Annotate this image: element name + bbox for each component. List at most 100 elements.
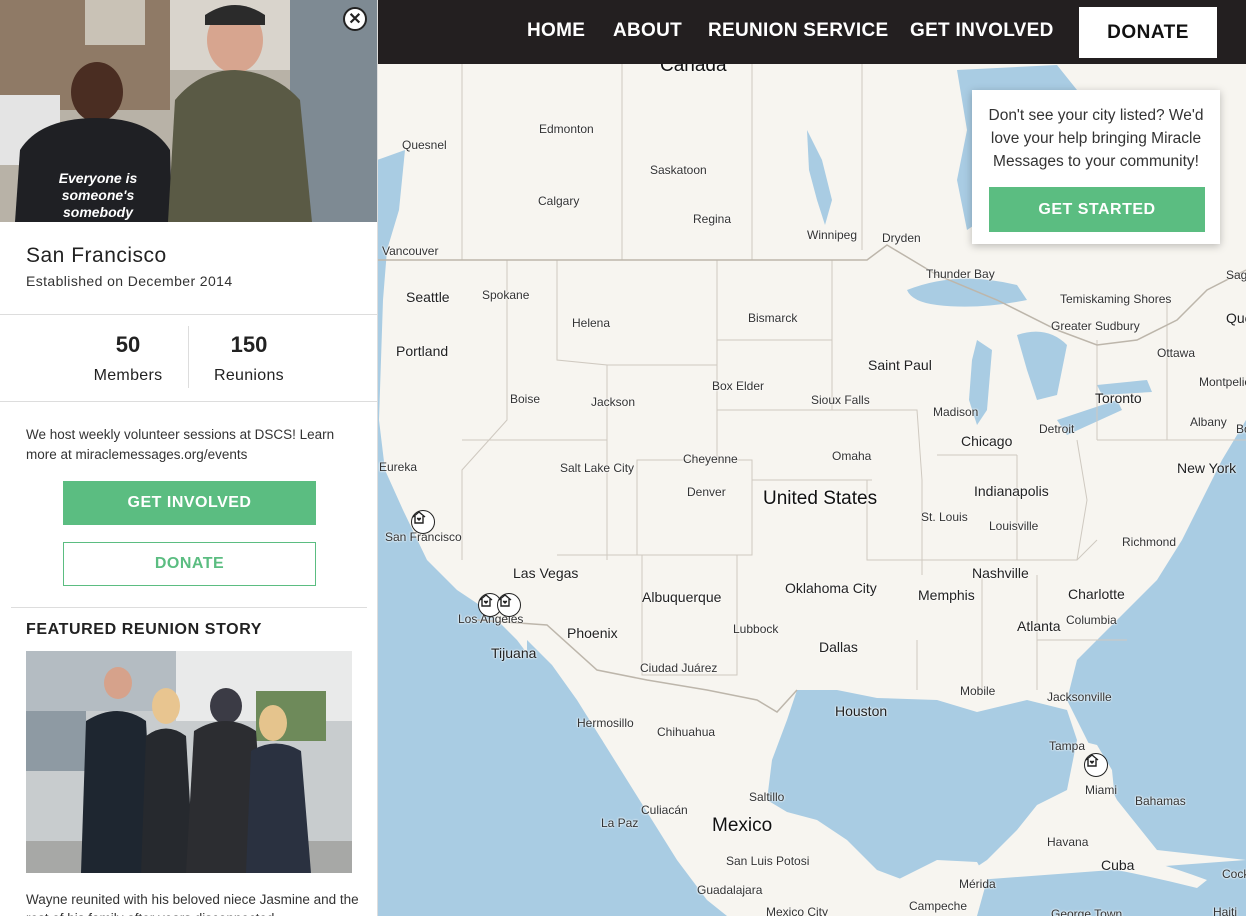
city-label: Regina <box>693 212 732 226</box>
city-label: Mérida <box>959 877 996 891</box>
city-label: Salt Lake City <box>560 461 635 475</box>
stat-divider <box>188 326 189 388</box>
city-label: San Luis Potosi <box>726 854 810 868</box>
city-label: Toronto <box>1095 390 1142 406</box>
chapter-sidebar: Everyone is someone's somebody ✕ San Fra… <box>0 0 378 916</box>
city-label: Oklahoma City <box>785 580 877 596</box>
city-label: Las Vegas <box>513 565 579 581</box>
get-involved-button[interactable]: GET INVOLVED <box>63 481 316 525</box>
city-label: Tampa <box>1049 739 1086 753</box>
city-request-popup: Don't see your city listed? We'd love yo… <box>972 90 1220 244</box>
city-label: Houston <box>835 703 888 719</box>
city-label: Atlanta <box>1017 618 1061 634</box>
city-label: Jacksonville <box>1047 690 1112 704</box>
city-label: Havana <box>1047 835 1089 849</box>
get-started-button[interactable]: GET STARTED <box>989 187 1205 232</box>
city-label: Dryden <box>882 231 921 245</box>
city-label: Chicago <box>961 433 1013 449</box>
city-label: Columbia <box>1066 613 1117 627</box>
chapter-marker-los-angeles-2[interactable] <box>497 593 521 617</box>
city-label: Temiskaming Shores <box>1060 292 1172 306</box>
donate-button[interactable]: DONATE <box>1079 7 1217 58</box>
city-label: Albany <box>1190 415 1227 429</box>
city-label: Mexico City <box>766 905 829 916</box>
chapter-city-name: San Francisco <box>26 244 167 267</box>
city-label: Sioux Falls <box>811 393 870 407</box>
city-label: Cheyenne <box>683 452 738 466</box>
chapter-established: Established on December 2014 <box>26 273 233 289</box>
city-label: Cuba <box>1101 857 1135 873</box>
nav-about-link[interactable]: ABOUT <box>613 20 682 42</box>
featured-story-text: Wayne reunited with his beloved niece Ja… <box>26 892 359 916</box>
nav-home-link[interactable]: HOME <box>527 20 585 42</box>
city-label: Seattle <box>406 289 450 305</box>
city-label: Spokane <box>482 288 530 302</box>
city-label: Helena <box>572 316 611 330</box>
city-label: Portland <box>396 343 449 359</box>
top-navigation: HOME ABOUT REUNION SERVICE GET INVOLVED … <box>377 0 1246 64</box>
close-icon: ✕ <box>348 11 362 28</box>
city-label: Bo <box>1236 422 1246 436</box>
chapter-marker-san-francisco[interactable] <box>411 510 435 534</box>
city-label: Calgary <box>538 194 580 208</box>
chapter-hero-photo: Everyone is someone's somebody ✕ <box>0 0 377 222</box>
city-label: Montpelie <box>1199 375 1246 389</box>
home-heart-icon <box>1085 754 1099 767</box>
nav-reunion-service-link[interactable]: REUNION SERVICE <box>708 20 888 42</box>
city-label: Jackson <box>591 395 636 409</box>
donate-chapter-button[interactable]: DONATE <box>63 542 316 586</box>
close-button[interactable]: ✕ <box>343 7 367 31</box>
city-label: Mobile <box>960 684 996 698</box>
city-label: Richmond <box>1122 535 1177 549</box>
city-label: Phoenix <box>567 625 618 641</box>
city-label: Indianapolis <box>974 483 1049 499</box>
city-label: St. Louis <box>921 510 968 524</box>
shirt-line: someone's <box>61 187 135 203</box>
city-label: Bahamas <box>1135 794 1186 808</box>
country-label: United States <box>763 488 878 509</box>
city-label: Guadalajara <box>697 883 763 897</box>
city-label: Lubbock <box>733 622 779 636</box>
city-label: Saltillo <box>749 790 785 804</box>
city-label: Eureka <box>379 460 418 474</box>
home-heart-icon <box>479 594 493 607</box>
city-label: Greater Sudbury <box>1051 319 1140 333</box>
city-label: Albuquerque <box>642 589 722 605</box>
chapter-marker-miami[interactable] <box>1084 753 1108 777</box>
shirt-line: Everyone is <box>58 170 138 186</box>
city-label: Memphis <box>918 587 975 603</box>
city-label: Vancouver <box>382 244 439 258</box>
city-label: Cockbu <box>1222 867 1246 881</box>
city-label: Charlotte <box>1068 586 1125 602</box>
city-label: New York <box>1177 460 1237 476</box>
divider <box>0 314 377 315</box>
city-label: Haiti <box>1213 905 1238 916</box>
shirt-line: somebody <box>62 204 133 220</box>
members-count: 50 <box>115 332 141 357</box>
nav-get-involved-link[interactable]: GET INVOLVED <box>910 20 1054 42</box>
city-label: George Town <box>1051 907 1123 916</box>
city-label: Ottawa <box>1157 346 1196 360</box>
city-label: Culiacán <box>641 803 688 817</box>
city-label: Quesnel <box>402 138 447 152</box>
city-label: Louisville <box>989 519 1039 533</box>
city-label: Box Elder <box>712 379 765 393</box>
featured-story-photo <box>26 651 352 873</box>
city-label: La Paz <box>601 816 639 830</box>
city-label: Boise <box>510 392 541 406</box>
city-label: Denver <box>687 485 726 499</box>
popup-message: Don't see your city listed? We'd love yo… <box>988 107 1204 170</box>
shirt-slogan: Everyone is someone's somebody <box>50 170 146 221</box>
city-label: Sag <box>1226 268 1246 282</box>
country-label: Mexico <box>712 815 773 836</box>
city-label: Madison <box>933 405 979 419</box>
city-label: Edmonton <box>539 122 594 136</box>
city-label: Miami <box>1085 783 1117 797</box>
reunions-label: Reunions <box>213 367 284 384</box>
city-label: Chihuahua <box>657 725 716 739</box>
city-label: Saskatoon <box>650 163 707 177</box>
city-label: Ciudad Juárez <box>640 661 718 675</box>
divider <box>11 607 367 608</box>
city-label: Thunder Bay <box>926 267 995 281</box>
city-label: Winnipeg <box>807 228 858 242</box>
